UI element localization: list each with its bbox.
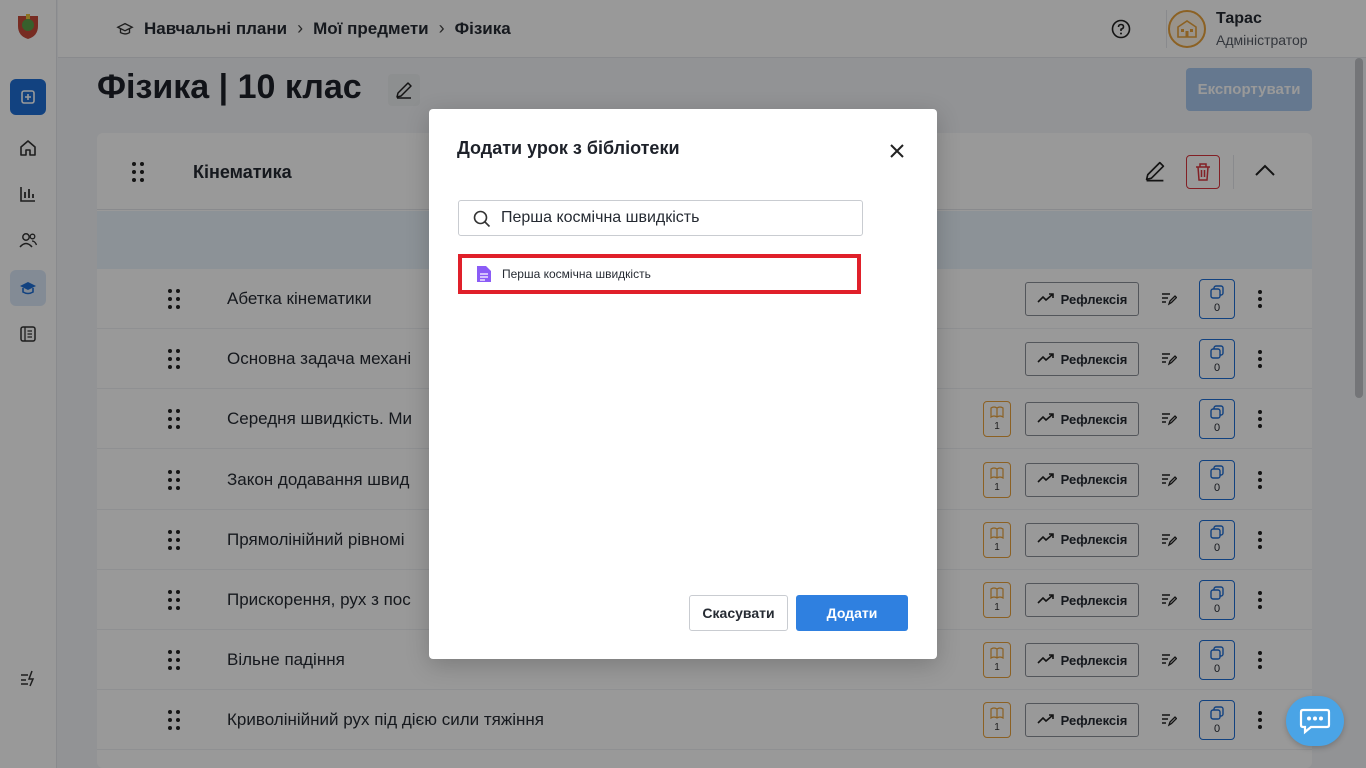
add-lesson-dialog: Додати урок з бібліотеки Перша космічна … xyxy=(429,109,937,659)
search-input[interactable] xyxy=(501,201,856,235)
document-icon xyxy=(477,266,491,282)
cancel-button[interactable]: Скасувати xyxy=(689,595,788,631)
close-icon[interactable] xyxy=(886,140,908,162)
search-result-label: Перша космічна швидкість xyxy=(502,267,651,281)
search-result-item[interactable]: Перша космічна швидкість xyxy=(458,254,861,294)
add-button[interactable]: Додати xyxy=(796,595,908,631)
chat-icon[interactable] xyxy=(1286,696,1344,746)
search-box xyxy=(458,200,863,236)
search-icon xyxy=(473,210,491,228)
dialog-title: Додати урок з бібліотеки xyxy=(457,138,680,158)
